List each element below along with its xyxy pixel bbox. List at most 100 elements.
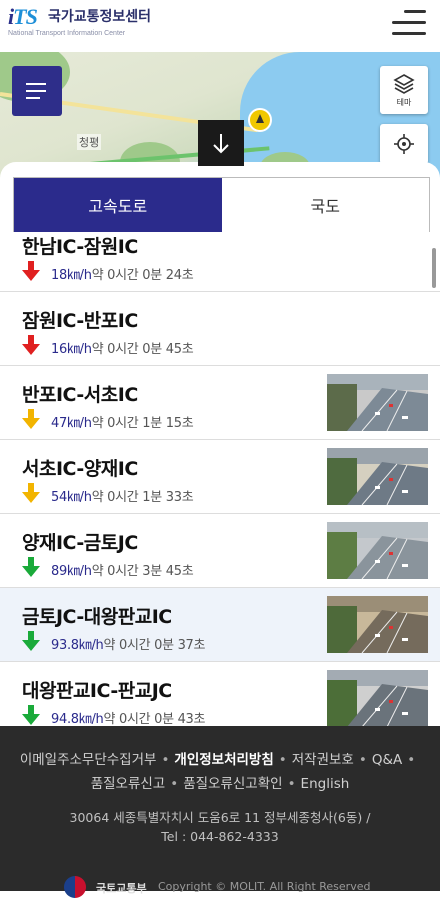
route-row[interactable]: 양재IC-금토JC 89㎞/h약 0시간 3분 45초 — [0, 514, 440, 588]
footer-link[interactable]: 품질오류신고 — [91, 776, 166, 792]
tab-expressway[interactable]: 고속도로 — [14, 178, 222, 232]
arrow-down-icon — [213, 134, 229, 154]
government-emblem-icon — [64, 876, 86, 898]
route-name: 잠원IC-반포IC — [22, 310, 138, 332]
footer-separator: • — [407, 752, 416, 768]
footer-link[interactable]: English — [301, 776, 350, 792]
cctv-thumbnail[interactable] — [327, 448, 428, 505]
my-location-button[interactable] — [380, 124, 428, 164]
route-speed-unit: ㎞/h — [78, 638, 104, 653]
footer-link[interactable]: 이메일주소무단수집거부 — [20, 752, 157, 768]
route-speed: 54 — [51, 490, 67, 505]
arrow-down-icon — [22, 631, 40, 651]
locate-icon — [394, 134, 414, 154]
route-speed-unit: ㎞/h — [78, 712, 104, 727]
site-footer: 이메일주소무단수집거부 • 개인정보처리방침 • 저작권보호 • Q&A • 품질오류신고 • 품질… — [0, 726, 440, 898]
route-eta: 약 0시간 0분 24초 — [91, 268, 194, 283]
route-row[interactable]: 금토JC-대왕판교IC 93.8㎞/h약 0시간 0분 37초 — [0, 588, 440, 662]
logo-mark: iTS — [8, 4, 38, 29]
route-speed: 93.8 — [51, 638, 79, 653]
route-eta: 약 0시간 0분 43초 — [103, 712, 206, 727]
footer-links: 이메일주소무단수집거부 • 개인정보처리방침 • 저작권보호 • Q&A • 품질오류신고 • 품질… — [0, 748, 440, 796]
theme-button[interactable]: 테마 — [380, 66, 428, 114]
arrow-down-icon — [22, 483, 40, 503]
hamburger-line — [392, 32, 426, 35]
ministry-name: 국토교통부 — [96, 882, 147, 895]
route-row[interactable]: 한남IC-잠원IC 18㎞/h약 0시간 0분 24초 — [0, 232, 440, 292]
collapse-sheet-button[interactable] — [198, 120, 244, 166]
route-eta: 약 0시간 3분 45초 — [91, 564, 194, 579]
route-name: 양재IC-금토JC — [22, 532, 138, 554]
menu-icon — [26, 83, 46, 85]
route-speed-eta: 93.8㎞/h약 0시간 0분 37초 — [51, 634, 205, 653]
route-speed: 18 — [51, 268, 67, 283]
route-speed: 94.8 — [51, 712, 79, 727]
theme-label: 테마 — [396, 98, 412, 107]
arrow-down-icon — [22, 557, 40, 577]
route-row[interactable]: 반포IC-서초IC 47㎞/h약 0시간 1분 15초 — [0, 366, 440, 440]
footer-tel: Tel : 044-862-4333 — [161, 829, 279, 844]
footer-link[interactable]: Q&A — [372, 752, 402, 768]
route-speed-unit: ㎞/h — [66, 268, 92, 283]
route-eta: 약 0시간 1분 15초 — [91, 416, 194, 431]
route-speed-eta: 54㎞/h약 0시간 1분 33초 — [51, 486, 194, 505]
route-row[interactable]: 대왕판교IC-판교JC 94.8㎞/h약 0시간 0분 43초 — [0, 662, 440, 736]
layers-icon — [393, 74, 415, 94]
road-type-tabs: 고속도로 국도 — [13, 177, 430, 233]
list-scrollbar[interactable] — [432, 248, 436, 288]
route-row[interactable]: 서초IC-양재IC 54㎞/h약 0시간 1분 33초 — [0, 440, 440, 514]
route-speed: 47 — [51, 416, 67, 431]
route-speed: 16 — [51, 342, 67, 357]
route-speed-eta: 16㎞/h약 0시간 0분 45초 — [51, 338, 194, 357]
footer-separator: • — [358, 752, 367, 768]
route-name: 반포IC-서초IC — [22, 384, 138, 406]
its-logo[interactable]: iTS 국가교통정보센터 National Transport Informat… — [8, 4, 151, 37]
footer-link[interactable]: 품질오류신고확인 — [183, 776, 282, 792]
route-name: 금토JC-대왕판교IC — [22, 606, 172, 628]
app-header: iTS 국가교통정보센터 National Transport Informat… — [0, 0, 440, 52]
footer-address-block: 30064 세종특별자치시 도움6로 11 정부세종청사(6동) / Tel :… — [0, 808, 440, 846]
map-place-label: 청평 — [77, 134, 102, 150]
route-speed-unit: ㎞/h — [66, 490, 92, 505]
footer-copyright-row: 국토교통부 Copyright © MOLIT. All Right Reser… — [0, 872, 440, 898]
menu-line — [26, 90, 46, 92]
route-speed-eta: 94.8㎞/h약 0시간 0분 43초 — [51, 708, 205, 727]
route-row[interactable]: 잠원IC-반포IC 16㎞/h약 0시간 0분 45초 — [0, 292, 440, 366]
route-eta: 약 0시간 0분 45초 — [91, 342, 194, 357]
arrow-down-icon — [22, 409, 40, 429]
route-name: 한남IC-잠원IC — [22, 236, 138, 258]
menu-line — [26, 97, 40, 99]
route-speed-eta: 89㎞/h약 0시간 3분 45초 — [51, 560, 194, 579]
route-name: 대왕판교IC-판교JC — [22, 680, 172, 702]
hamburger-line — [392, 21, 426, 24]
hamburger-icon — [404, 10, 426, 13]
footer-separator: • — [170, 776, 179, 792]
footer-link[interactable]: 개인정보처리방침 — [174, 752, 273, 768]
route-speed-unit: ㎞/h — [66, 416, 92, 431]
map-pin-icon[interactable] — [248, 108, 272, 132]
route-eta: 약 0시간 0분 37초 — [103, 638, 206, 653]
arrow-down-icon — [22, 335, 40, 355]
route-speed-eta: 18㎞/h약 0시간 0분 24초 — [51, 264, 194, 283]
footer-link[interactable]: 저작권보호 — [292, 752, 354, 768]
footer-separator: • — [278, 752, 287, 768]
route-sheet: 고속도로 국도 한남IC-잠원IC 18㎞/h약 0시간 0분 24초 잠원IC-반… — [0, 162, 440, 742]
route-list[interactable]: 한남IC-잠원IC 18㎞/h약 0시간 0분 24초 잠원IC-반포IC 16㎞/h… — [0, 232, 440, 742]
map-menu-button[interactable] — [12, 66, 62, 116]
cctv-thumbnail[interactable] — [327, 522, 428, 579]
main-menu-button[interactable] — [392, 10, 426, 36]
cctv-thumbnail[interactable] — [327, 670, 428, 727]
site-title: 국가교통정보센터 — [48, 9, 152, 25]
copyright-text: Copyright © MOLIT. All Right Reserved — [158, 880, 371, 893]
logo-mark-ts: TS — [13, 4, 38, 29]
tab-national-road[interactable]: 국도 — [221, 178, 429, 232]
footer-separator: • — [161, 752, 170, 768]
route-name: 서초IC-양재IC — [22, 458, 138, 480]
cctv-thumbnail[interactable] — [327, 374, 428, 431]
route-speed-unit: ㎞/h — [66, 342, 92, 357]
route-speed: 89 — [51, 564, 67, 579]
cctv-thumbnail[interactable] — [327, 596, 428, 653]
footer-separator: • — [287, 776, 296, 792]
route-speed-eta: 47㎞/h약 0시간 1분 15초 — [51, 412, 194, 431]
arrow-down-icon — [22, 705, 40, 725]
